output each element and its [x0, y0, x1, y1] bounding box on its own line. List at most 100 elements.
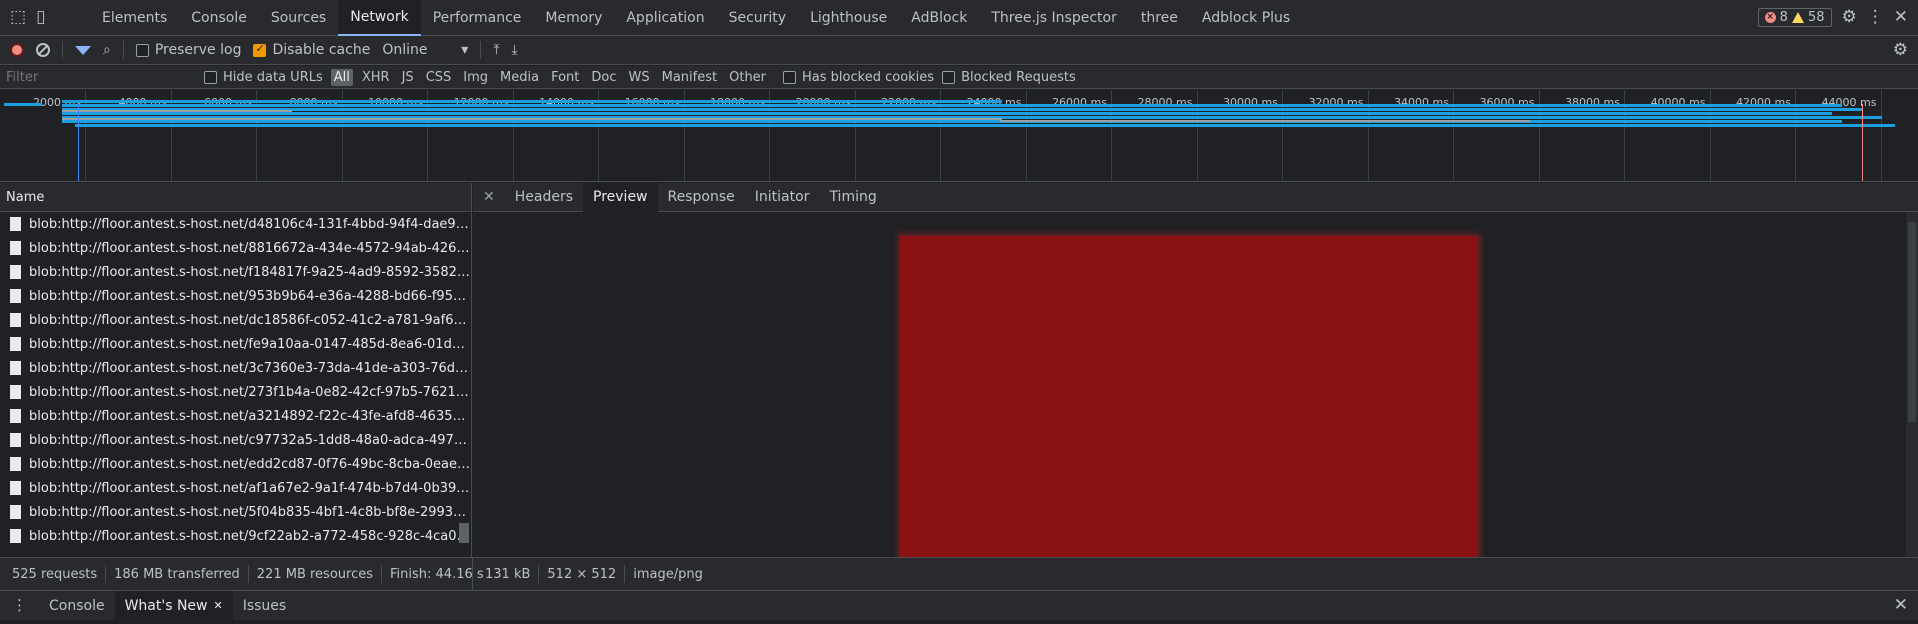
inspect-tools: ⬚ ▯ — [0, 9, 90, 26]
close-detail-icon[interactable]: ✕ — [473, 189, 505, 205]
type-filter-ws[interactable]: WS — [626, 69, 653, 86]
file-icon — [10, 265, 21, 279]
request-row[interactable]: blob:http://floor.antest.s-host.net/edd2… — [0, 452, 471, 476]
tab-elements[interactable]: Elements — [90, 0, 179, 36]
network-settings-gear-icon[interactable]: ⚙ — [1893, 41, 1908, 59]
detail-tab-initiator[interactable]: Initiator — [745, 183, 820, 212]
request-row[interactable]: blob:http://floor.antest.s-host.net/dc18… — [0, 308, 471, 332]
devtools-tab-bar: ⬚ ▯ Elements Console Sources Network Perform… — [0, 0, 1918, 36]
clear-icon[interactable] — [36, 43, 50, 57]
checkbox-box[interactable] — [942, 70, 956, 84]
tab-three-js-inspector[interactable]: Three.js Inspector — [979, 0, 1129, 36]
request-row[interactable]: blob:http://floor.antest.s-host.net/fe9a… — [0, 332, 471, 356]
disable-cache-checkbox[interactable]: Disable cache — [253, 42, 370, 58]
drawer-tab-label: Issues — [242, 597, 287, 614]
tab-security[interactable]: Security — [717, 0, 799, 36]
tab-application[interactable]: Application — [614, 0, 716, 36]
device-toolbar-icon[interactable]: ▯ — [36, 9, 45, 26]
network-overview-timeline[interactable]: 2000 ms4000 ms6000 ms8000 ms10000 ms1200… — [0, 90, 1918, 182]
filter-icon[interactable] — [75, 45, 91, 55]
drawer-menu-icon[interactable]: ⋮ — [0, 598, 39, 613]
file-icon — [10, 433, 21, 447]
request-name: blob:http://floor.antest.s-host.net/d481… — [29, 216, 471, 232]
search-icon[interactable]: ⌕ — [103, 43, 111, 57]
request-detail-pane: ✕ Headers Preview Response Initiator Timing — [473, 182, 1918, 557]
has-blocked-cookies-checkbox[interactable]: Has blocked cookies — [783, 70, 934, 85]
name-column-header[interactable]: Name — [0, 183, 471, 212]
detail-tab-response[interactable]: Response — [658, 183, 745, 212]
type-filter-other[interactable]: Other — [726, 69, 769, 86]
tab-console[interactable]: Console — [179, 0, 259, 36]
drawer-tab-issues[interactable]: Issues — [233, 591, 297, 620]
timeline-request-bar — [62, 100, 1002, 103]
tab-memory[interactable]: Memory — [533, 0, 614, 36]
inspect-element-icon[interactable]: ⬚ — [10, 9, 26, 26]
file-icon — [10, 217, 21, 231]
request-name: blob:http://floor.antest.s-host.net/dc18… — [29, 312, 471, 328]
tab-lighthouse[interactable]: Lighthouse — [798, 0, 899, 36]
request-row[interactable]: blob:http://floor.antest.s-host.net/d481… — [0, 212, 471, 236]
network-toolbar: ⌕ Preserve log Disable cache Online ▾ ⤒ … — [0, 36, 1918, 65]
request-row[interactable]: blob:http://floor.antest.s-host.net/a321… — [0, 404, 471, 428]
tab-adblock[interactable]: AdBlock — [899, 0, 979, 36]
type-filter-all[interactable]: All — [330, 68, 353, 86]
request-row[interactable]: blob:http://floor.antest.s-host.net/9cf2… — [0, 524, 471, 548]
request-row[interactable]: blob:http://floor.antest.s-host.net/3c73… — [0, 356, 471, 380]
request-row[interactable]: blob:http://floor.antest.s-host.net/c977… — [0, 428, 471, 452]
tab-sources[interactable]: Sources — [259, 0, 338, 36]
import-har-icon[interactable]: ⤒ — [493, 43, 499, 57]
request-row[interactable]: blob:http://floor.antest.s-host.net/af1a… — [0, 476, 471, 500]
type-filter-xhr[interactable]: XHR — [359, 69, 393, 86]
file-icon — [10, 313, 21, 327]
detail-tab-headers[interactable]: Headers — [505, 183, 583, 212]
tab-three[interactable]: three — [1129, 0, 1190, 36]
more-options-icon[interactable]: ⋮ — [1867, 9, 1884, 26]
preview-mime: image/png — [633, 566, 703, 582]
hide-data-urls-checkbox[interactable]: Hide data URLs — [204, 70, 323, 85]
type-filter-img[interactable]: Img — [460, 69, 491, 86]
file-icon — [10, 337, 21, 351]
request-name: blob:http://floor.antest.s-host.net/c977… — [29, 432, 471, 448]
gear-icon[interactable]: ⚙ — [1842, 9, 1857, 26]
detail-tab-preview[interactable]: Preview — [583, 182, 658, 212]
file-icon — [10, 385, 21, 399]
type-filter-js[interactable]: JS — [399, 69, 417, 86]
request-row[interactable]: blob:http://floor.antest.s-host.net/8816… — [0, 236, 471, 260]
timeline-request-bar — [62, 112, 1832, 115]
tab-adblock-plus[interactable]: Adblock Plus — [1190, 0, 1302, 36]
type-filter-media[interactable]: Media — [497, 69, 542, 86]
request-rows: blob:http://floor.antest.s-host.net/d481… — [0, 212, 471, 548]
close-tab-icon[interactable]: ✕ — [214, 599, 223, 612]
drawer-content — [0, 620, 1918, 624]
drawer-tab-what-s-new[interactable]: What's New ✕ — [114, 591, 233, 620]
request-row[interactable]: blob:http://floor.antest.s-host.net/953b… — [0, 284, 471, 308]
checkbox-box[interactable] — [783, 70, 797, 84]
checkbox-box[interactable] — [253, 42, 267, 57]
request-row[interactable]: blob:http://floor.antest.s-host.net/f184… — [0, 260, 471, 284]
close-icon[interactable]: ✕ — [1894, 9, 1908, 26]
request-name: blob:http://floor.antest.s-host.net/a321… — [29, 408, 471, 424]
detail-tab-timing[interactable]: Timing — [819, 183, 886, 212]
type-filter-css[interactable]: CSS — [423, 69, 455, 86]
tab-network[interactable]: Network — [338, 0, 421, 36]
request-row[interactable]: blob:http://floor.antest.s-host.net/5f04… — [0, 500, 471, 524]
drawer-tab-console[interactable]: Console — [39, 591, 115, 620]
timeline-request-bar — [62, 108, 1862, 111]
preserve-log-checkbox[interactable]: Preserve log — [135, 42, 241, 58]
close-drawer-icon[interactable]: ✕ — [1894, 597, 1908, 614]
record-icon[interactable] — [10, 43, 24, 57]
type-filter-manifest[interactable]: Manifest — [659, 69, 720, 86]
request-list-scrollbar[interactable] — [459, 523, 469, 543]
checkbox-box[interactable] — [135, 43, 149, 57]
type-filter-font[interactable]: Font — [548, 69, 582, 86]
tab-performance[interactable]: Performance — [421, 0, 534, 36]
checkbox-box[interactable] — [204, 70, 217, 84]
preview-scrollbar[interactable] — [1906, 212, 1918, 557]
issues-counter[interactable]: × 8 58 — [1757, 8, 1832, 27]
type-filter-doc[interactable]: Doc — [588, 69, 619, 86]
blocked-requests-checkbox[interactable]: Blocked Requests — [942, 70, 1076, 85]
filter-input[interactable] — [6, 69, 196, 85]
throttling-select[interactable]: Online ▾ — [382, 42, 468, 58]
request-row[interactable]: blob:http://floor.antest.s-host.net/273f… — [0, 380, 471, 404]
export-har-icon[interactable]: ⤓ — [512, 43, 518, 57]
